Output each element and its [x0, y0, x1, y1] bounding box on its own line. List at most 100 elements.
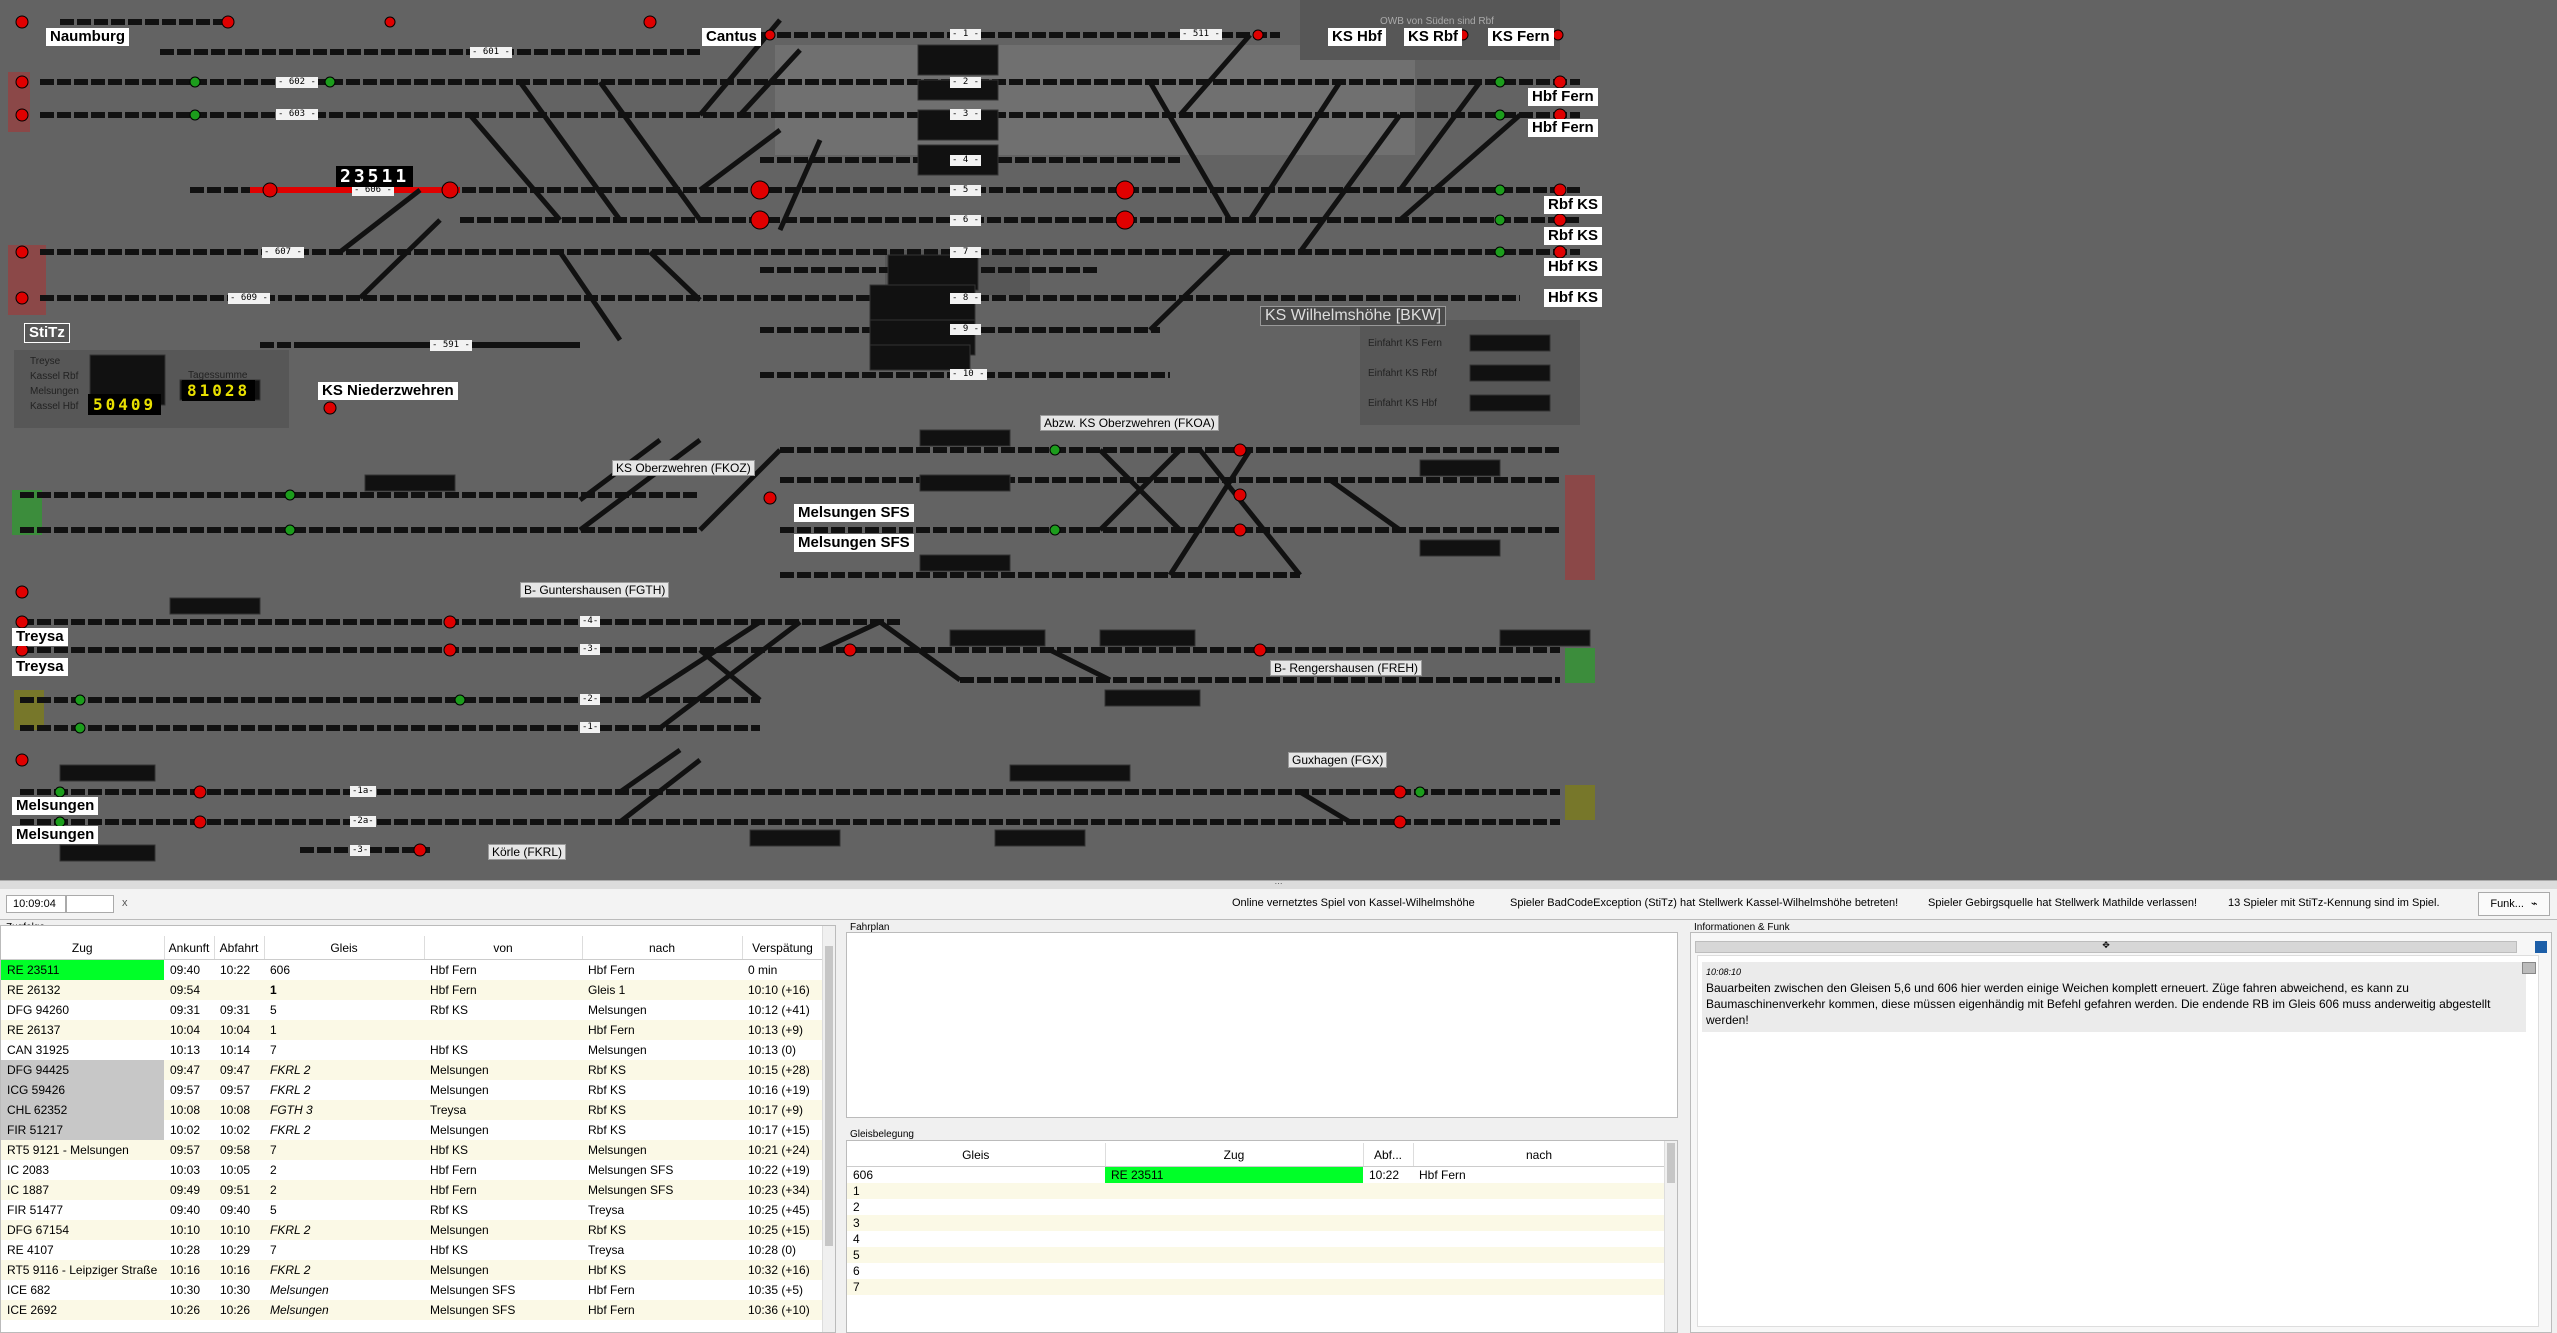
station-label-cantus[interactable]: Cantus [702, 28, 761, 46]
train-row[interactable]: CAN 31925 10:13 10:14 7 Hbf KS Melsungen 10:13… [1, 1040, 823, 1060]
column-header-gleis[interactable]: Gleis [264, 936, 425, 960]
zug-cell: RT5 9121 - Melsungen [1, 1140, 164, 1160]
funk-button[interactable]: Funk... ⌁ [2478, 892, 2550, 916]
von-cell: Melsungen [424, 1260, 582, 1280]
zug-cell: DFG 67154 [1, 1220, 164, 1240]
nach-cell: Rbf KS [582, 1100, 742, 1120]
track-occupancy-row[interactable]: 3 [847, 1215, 1665, 1231]
ankunft-cell: 10:08 [164, 1100, 214, 1120]
station-label-hbf-fern-1[interactable]: Hbf Fern [1528, 88, 1598, 106]
fahrplan-panel[interactable] [846, 932, 1678, 1118]
train-row[interactable]: RT5 9121 - Melsungen 09:57 09:58 7 Hbf KS Mel… [1, 1140, 823, 1160]
gleis-cell: 4 [847, 1231, 1105, 1247]
column-header-abfahrt[interactable]: Abf... [1363, 1143, 1414, 1167]
ankunft-cell: 09:47 [164, 1060, 214, 1080]
station-label-melsungen-sfs-2[interactable]: Melsungen SFS [794, 534, 914, 552]
info-settings-icon[interactable] [2535, 941, 2547, 953]
train-row[interactable]: DFG 94260 09:31 09:31 5 Rbf KS Melsungen 10:12… [1, 1000, 823, 1020]
train-row[interactable]: FIR 51477 09:40 09:40 5 Rbf KS Treysa 10:25 (+… [1, 1200, 823, 1220]
verspaetung-cell: 10:35 (+5) [742, 1280, 823, 1300]
gleis-cell: 6 [847, 1263, 1105, 1279]
train-row[interactable]: DFG 94425 09:47 09:47 FKRL 2 Melsungen Rbf KS… [1, 1060, 823, 1080]
column-header-nach[interactable]: nach [1413, 1143, 1666, 1167]
zug-cell [1105, 1247, 1363, 1263]
gleis-cell: 7 [264, 1240, 424, 1260]
verspaetung-cell: 10:32 (+16) [742, 1260, 823, 1280]
gleis-cell: 1 [847, 1183, 1105, 1199]
train-number-display[interactable]: 23511 [336, 166, 414, 187]
column-header-gleis[interactable]: Gleis [847, 1143, 1106, 1167]
station-label-rbf-ks-1[interactable]: Rbf KS [1544, 196, 1602, 214]
station-label-ks-rbf[interactable]: KS Rbf [1404, 28, 1462, 46]
train-row[interactable]: RE 26132 09:54 1 Hbf Fern Gleis 1 10:10 (+16) [1, 980, 823, 1000]
station-label-treysa-1[interactable]: Treysa [12, 628, 68, 646]
station-label-melsungen-1[interactable]: Melsungen [12, 797, 99, 815]
track-occupancy-row[interactable]: 7 [847, 1279, 1665, 1295]
track-occupancy-row[interactable]: 1 [847, 1183, 1665, 1199]
track-number: - 1 - [950, 29, 982, 40]
track-number: -1- [580, 722, 601, 733]
abfahrt-cell [1363, 1279, 1413, 1295]
train-row[interactable]: ICE 682 10:30 10:30 Melsungen Melsungen SFS H… [1, 1280, 823, 1300]
abfahrt-cell [1363, 1231, 1413, 1247]
station-label-rbf-ks-2[interactable]: Rbf KS [1544, 227, 1602, 245]
command-input[interactable] [66, 895, 114, 913]
entry-label-ks-hbf: Einfahrt KS Hbf [1368, 398, 1437, 409]
station-label-ks-niederzwehren[interactable]: KS Niederzwehren [318, 382, 458, 400]
zug-cell: IC 2083 [1, 1160, 164, 1180]
zugfolge-panel[interactable]: Zug Ankunft Abfahrt Gleis von nach Versp… [0, 925, 836, 1333]
track-occupancy-row[interactable]: 6 [847, 1263, 1665, 1279]
station-label-melsungen-2[interactable]: Melsungen [12, 826, 99, 844]
track-occupancy-row[interactable]: 606 RE 23511 10:22 Hbf Fern [847, 1166, 1665, 1183]
track-occupancy-row[interactable]: 4 [847, 1231, 1665, 1247]
station-label-hbf-ks-1[interactable]: Hbf KS [1544, 258, 1602, 276]
track-occupancy-row[interactable]: 2 [847, 1199, 1665, 1215]
station-label-treysa-2[interactable]: Treysa [12, 658, 68, 676]
station-label-naumburg[interactable]: Naumburg [46, 28, 129, 46]
column-header-von[interactable]: von [424, 936, 583, 960]
info-panel[interactable]: ✥ 10:08:10 Bauarbeiten zwischen den Glei… [1690, 932, 2552, 1333]
train-row[interactable]: RE 4107 10:28 10:29 7 Hbf KS Treysa 10:28 (0) [1, 1240, 823, 1260]
track-number: - 591 - [430, 340, 472, 351]
zug-cell: IC 1887 [1, 1180, 164, 1200]
column-header-abfahrt[interactable]: Abfahrt [214, 936, 265, 960]
station-label-hbf-fern-2[interactable]: Hbf Fern [1528, 119, 1598, 137]
gleisbelegung-scrollbar[interactable] [1664, 1141, 1677, 1332]
collapse-icon[interactable]: ✥ [2102, 941, 2110, 951]
message-icon[interactable] [2522, 962, 2536, 974]
column-header-verspaetung[interactable]: Verspätung [742, 936, 824, 960]
gleis-cell: 1 [264, 980, 424, 1000]
train-row[interactable]: ICG 59426 09:57 09:57 FKRL 2 Melsungen Rbf KS… [1, 1080, 823, 1100]
station-label-ks-fern[interactable]: KS Fern [1488, 28, 1554, 46]
abfahrt-cell: 10:10 [214, 1220, 264, 1240]
train-row[interactable]: FIR 51217 10:02 10:02 FKRL 2 Melsungen Rbf KS… [1, 1120, 823, 1140]
train-row[interactable]: RE 23511 09:40 10:22 606 Hbf Fern Hbf Fern 0 m… [1, 959, 823, 980]
train-row[interactable]: RE 26137 10:04 10:04 1 Hbf Fern 10:13 (+9) [1, 1020, 823, 1040]
status-message: Spieler BadCodeException (StiTz) hat Ste… [1510, 897, 1899, 909]
abfahrt-cell [1363, 1247, 1413, 1263]
zugfolge-scrollbar[interactable] [822, 926, 835, 1332]
train-row[interactable]: ICE 2692 10:26 10:26 Melsungen Melsungen SFS… [1, 1300, 823, 1320]
train-row[interactable]: IC 1887 09:49 09:51 2 Hbf Fern Melsungen SFS 1… [1, 1180, 823, 1200]
info-toolbar[interactable]: ✥ [1695, 941, 2517, 953]
station-label-ks-hbf[interactable]: KS Hbf [1328, 28, 1386, 46]
column-header-zug[interactable]: Zug [1, 936, 165, 960]
station-label-stitz[interactable]: StiTz [24, 323, 70, 343]
verspaetung-cell: 10:13 (+9) [742, 1020, 823, 1040]
track-number: - 511 - [1180, 29, 1222, 40]
verspaetung-cell: 10:23 (+34) [742, 1180, 823, 1200]
station-label-melsungen-sfs-1[interactable]: Melsungen SFS [794, 504, 914, 522]
abfahrt-cell [1363, 1199, 1413, 1215]
train-row[interactable]: IC 2083 10:03 10:05 2 Hbf Fern Melsungen SFS 1… [1, 1160, 823, 1180]
train-row[interactable]: DFG 67154 10:10 10:10 FKRL 2 Melsungen Rbf KS… [1, 1220, 823, 1240]
clear-input-button[interactable]: x [122, 897, 128, 909]
train-row[interactable]: CHL 62352 10:08 10:08 FGTH 3 Treysa Rbf KS 10:… [1, 1100, 823, 1120]
column-header-zug[interactable]: Zug [1105, 1143, 1364, 1167]
column-header-ankunft[interactable]: Ankunft [164, 936, 215, 960]
column-header-nach[interactable]: nach [582, 936, 743, 960]
gleisbelegung-panel[interactable]: Gleis Zug Abf... nach 606 RE 23511 10:22 Hb… [846, 1140, 1678, 1333]
track-occupancy-row[interactable]: 5 [847, 1247, 1665, 1263]
train-row[interactable]: RT5 9116 - Leipziger Straße 10:16 10:16 FKR… [1, 1260, 823, 1280]
station-label-hbf-ks-2[interactable]: Hbf KS [1544, 289, 1602, 307]
track-diagram[interactable]: Naumburg Cantus KS Hbf KS Rbf KS Fern Hb… [0, 0, 2557, 880]
